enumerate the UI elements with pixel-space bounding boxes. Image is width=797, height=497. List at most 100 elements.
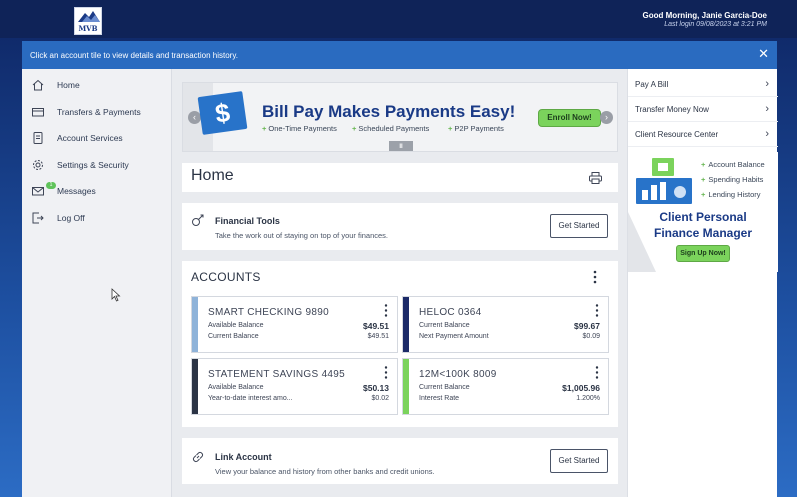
notice-text: Click an account tile to view details an… [30, 50, 238, 60]
financial-tools-title: Financial Tools [215, 216, 280, 226]
account-label: Next Payment Amount [419, 333, 489, 340]
account-color-bar [192, 297, 198, 352]
quick-link-transfer-money[interactable]: Transfer Money Now › [628, 97, 778, 122]
sign-up-now-button[interactable]: Sign Up Now! [676, 245, 730, 262]
pfm-bullet: + Account Balance [701, 160, 765, 169]
quick-link-client-resource-center[interactable]: Client Resource Center › [628, 122, 778, 147]
sidebar-item-log-off[interactable]: Log Off [22, 206, 172, 230]
pfm-title-line2: Finance Manager [653, 226, 753, 240]
account-color-bar [192, 359, 198, 414]
quick-link-label: Transfer Money Now [635, 105, 709, 114]
more-options-icon[interactable] [384, 304, 388, 317]
account-value: $0.09 [582, 333, 600, 340]
dollar-icon: $ [197, 91, 248, 135]
card-icon [32, 108, 44, 117]
mvb-logo[interactable]: MVB [74, 7, 102, 35]
chevron-right-icon[interactable]: › [600, 111, 613, 124]
link-account-subtitle: View your balance and history from other… [215, 467, 435, 476]
pfm-ad[interactable]: + Account Balance + Spending Habits + Lendi… [628, 152, 778, 272]
account-value: $0.02 [371, 395, 389, 402]
finance-dashboard-icon [636, 158, 692, 204]
accounts-heading: ACCOUNTS [191, 270, 261, 284]
link-icon [193, 452, 203, 462]
account-tile-statement-savings[interactable]: STATEMENT SAVINGS 4495 Available Balance… [191, 358, 398, 415]
more-options-icon[interactable] [384, 366, 388, 379]
account-label: Interest Rate [419, 395, 460, 402]
sidebar-item-home[interactable]: Home [22, 73, 172, 97]
mountain-icon [78, 11, 100, 22]
sidebar-item-messages[interactable]: 1 Messages [22, 179, 172, 203]
right-panel: Pay A Bill › Transfer Money Now › Client… [627, 69, 778, 497]
pfm-bullet: + Spending Habits [701, 175, 764, 184]
more-options-icon[interactable] [592, 270, 598, 284]
quick-link-label: Pay A Bill [635, 80, 669, 89]
enroll-now-button[interactable]: Enroll Now! [538, 109, 601, 127]
home-icon [32, 79, 44, 91]
sidebar-item-label: Settings & Security [57, 160, 129, 170]
more-options-icon[interactable] [595, 366, 599, 379]
account-label: Available Balance [208, 384, 264, 391]
account-color-bar [403, 359, 409, 414]
account-color-bar [403, 297, 409, 352]
banner-title: Bill Pay Makes Payments Easy! [262, 102, 516, 121]
last-login-text: Last login 09/08/2023 at 3:21 PM [664, 21, 767, 28]
sidebar: Home Transfers & Payments Account Servic… [22, 69, 172, 497]
account-value: $99.67 [574, 321, 600, 331]
banner-bullet: + One-Time Payments [262, 124, 337, 133]
account-value: 1.200% [576, 395, 600, 402]
account-label: Current Balance [419, 322, 470, 329]
pause-button[interactable]: II [389, 141, 413, 151]
financial-tools-card: Financial Tools Take the work out of sta… [182, 203, 618, 250]
document-icon [33, 132, 43, 144]
print-icon[interactable] [589, 172, 602, 184]
sidebar-item-label: Messages [57, 186, 96, 196]
banner-bullet: + Scheduled Payments [352, 124, 430, 133]
chevron-right-icon: › [765, 103, 769, 115]
messages-badge: 1 [46, 182, 56, 189]
link-account-get-started-button[interactable]: Get Started [550, 449, 608, 473]
account-name: STATEMENT SAVINGS 4495 [208, 369, 346, 380]
quick-link-label: Client Resource Center [635, 130, 719, 139]
logout-icon [32, 212, 44, 224]
account-label: Current Balance [208, 333, 259, 340]
more-options-icon[interactable] [595, 304, 599, 317]
gear-icon [33, 160, 43, 170]
account-name: HELOC 0364 [419, 307, 482, 318]
account-label: Year-to-date interest amo... [208, 395, 293, 402]
close-icon[interactable]: ✕ [758, 47, 769, 61]
account-label: Available Balance [208, 322, 264, 329]
logo-text: MVB [78, 24, 98, 33]
financial-tools-get-started-button[interactable]: Get Started [550, 214, 608, 238]
pfm-title-line1: Client Personal [659, 210, 747, 224]
account-tile-heloc[interactable]: HELOC 0364 Current Balance $99.67 Next P… [402, 296, 609, 353]
sidebar-item-label: Account Services [57, 133, 123, 143]
top-bar: MVB Good Morning, Janie Garcia-Doe Last … [0, 0, 797, 38]
sidebar-item-label: Transfers & Payments [57, 107, 141, 117]
quick-link-pay-a-bill[interactable]: Pay A Bill › [628, 72, 778, 97]
chevron-right-icon: › [765, 78, 769, 90]
greeting-text: Good Morning, Janie Garcia-Doe [642, 11, 767, 20]
bill-pay-banner[interactable]: ‹ $ Bill Pay Makes Payments Easy! + One-T… [182, 82, 618, 152]
sidebar-item-label: Log Off [57, 213, 85, 223]
sidebar-item-transfers[interactable]: Transfers & Payments [22, 100, 172, 124]
sidebar-item-account-services[interactable]: Account Services [22, 126, 172, 150]
account-tile-12m-cd[interactable]: 12M<100K 8009 Current Balance $1,005.96 … [402, 358, 609, 415]
page-title: Home [191, 167, 234, 184]
account-label: Current Balance [419, 384, 470, 391]
chevron-right-icon: › [765, 128, 769, 140]
account-value: $1,005.96 [562, 383, 600, 393]
accounts-card: ACCOUNTS SMART CHECKING 9890 Available B… [182, 261, 618, 427]
account-value: $49.51 [363, 321, 389, 331]
sidebar-item-settings[interactable]: Settings & Security [22, 153, 172, 177]
account-tile-smart-checking[interactable]: SMART CHECKING 9890 Available Balance $4… [191, 296, 398, 353]
pfm-bullet: + Lending History [701, 190, 761, 199]
link-account-card: Link Account View your balance and histo… [182, 438, 618, 484]
user-greeting: Good Morning, Janie Garcia-Doe Last logi… [643, 11, 767, 28]
notice-banner: Click an account tile to view details an… [22, 41, 777, 69]
envelope-icon [32, 187, 44, 196]
link-account-title: Link Account [215, 452, 272, 462]
account-name: SMART CHECKING 9890 [208, 307, 329, 318]
sidebar-item-label: Home [57, 80, 80, 90]
tools-icon [192, 214, 204, 226]
account-value: $49.51 [367, 333, 389, 340]
